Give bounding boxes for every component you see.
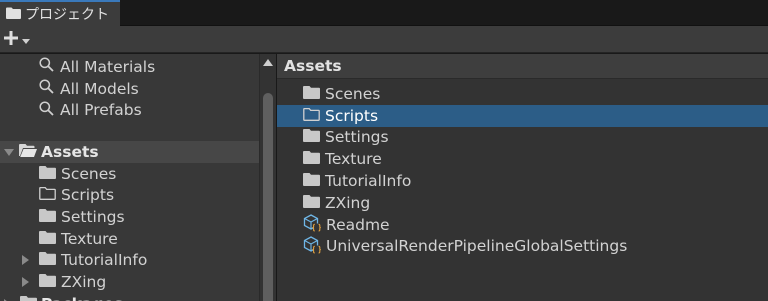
folder-icon bbox=[20, 295, 37, 301]
asset-label: Texture bbox=[325, 150, 382, 169]
folder-icon bbox=[303, 194, 320, 212]
folder-icon bbox=[39, 208, 56, 226]
scriptable-object-icon bbox=[303, 235, 322, 258]
folder-icon bbox=[303, 85, 320, 103]
folder-icon bbox=[303, 150, 320, 168]
search-icon bbox=[39, 79, 54, 98]
asset-label: ZXing bbox=[325, 193, 371, 212]
tree-item-scenes[interactable]: Scenes bbox=[0, 163, 259, 185]
item-label: All Prefabs bbox=[60, 101, 142, 120]
search-icon bbox=[39, 101, 54, 120]
tree-item-zxing[interactable]: ZXing bbox=[0, 271, 259, 293]
favorite-item[interactable]: All Prefabs bbox=[0, 99, 259, 121]
asset-label: TutorialInfo bbox=[325, 172, 412, 191]
asset-item-universalrenderpipelineglobalsettings[interactable]: UniversalRenderPipelineGlobalSettings bbox=[277, 235, 768, 258]
tree-item-tutorialinfo[interactable]: TutorialInfo bbox=[0, 250, 259, 272]
tree-item-assets[interactable]: Assets bbox=[0, 141, 259, 163]
folder-icon bbox=[6, 5, 21, 23]
item-label: Scenes bbox=[61, 164, 117, 183]
expand-arrow-right-icon[interactable] bbox=[22, 273, 30, 291]
scroll-up-arrow-icon[interactable] bbox=[263, 59, 273, 69]
expand-arrow-right-icon[interactable] bbox=[4, 295, 12, 301]
favorite-item[interactable]: All Materials bbox=[0, 56, 259, 78]
breadcrumb-assets[interactable]: Assets bbox=[277, 54, 768, 79]
tree-item-scripts[interactable]: Scripts bbox=[0, 184, 259, 206]
item-label: TutorialInfo bbox=[61, 251, 148, 270]
expand-arrow-right-icon[interactable] bbox=[22, 251, 30, 269]
folder-outline-icon bbox=[303, 107, 320, 125]
item-label: Scripts bbox=[61, 186, 115, 205]
expand-arrow-down-icon[interactable] bbox=[4, 143, 14, 161]
toolbar bbox=[0, 26, 768, 53]
folder-icon bbox=[39, 251, 56, 269]
add-button[interactable] bbox=[3, 29, 37, 50]
caret-down-icon bbox=[22, 31, 30, 49]
asset-item-readme[interactable]: Readme bbox=[277, 213, 768, 236]
item-label: Settings bbox=[61, 207, 125, 226]
tab-label: プロジェクト bbox=[25, 7, 109, 23]
favorite-item[interactable]: All Models bbox=[0, 78, 259, 100]
asset-label: UniversalRenderPipelineGlobalSettings bbox=[326, 237, 628, 256]
asset-item-texture[interactable]: Texture bbox=[277, 148, 768, 170]
folder-icon bbox=[39, 230, 56, 248]
asset-label: Readme bbox=[326, 215, 390, 234]
asset-label: Scripts bbox=[325, 106, 379, 125]
folder-icon bbox=[303, 172, 320, 190]
item-label: Texture bbox=[61, 229, 118, 248]
asset-label: Settings bbox=[325, 128, 389, 147]
folder-open-icon bbox=[19, 143, 37, 161]
tree-scrollbar[interactable] bbox=[259, 54, 276, 301]
search-icon bbox=[39, 57, 54, 76]
asset-item-scripts[interactable]: Scripts bbox=[277, 104, 768, 127]
item-label: Packages bbox=[41, 295, 123, 301]
tree-item-texture[interactable]: Texture bbox=[0, 228, 259, 250]
scriptable-object-icon bbox=[303, 213, 322, 236]
project-tree: All Materials All Models All Prefabs Assets… bbox=[0, 54, 259, 301]
tab-strip: プロジェクト bbox=[0, 0, 768, 26]
asset-list-panel: Assets Scenes Scripts Settings Texture Tutor… bbox=[277, 54, 768, 301]
asset-item-zxing[interactable]: ZXing bbox=[277, 192, 768, 214]
item-label: Assets bbox=[41, 142, 99, 161]
asset-item-settings[interactable]: Settings bbox=[277, 127, 768, 149]
tree-item-settings[interactable]: Settings bbox=[0, 206, 259, 228]
item-label: All Models bbox=[60, 79, 139, 98]
folder-icon bbox=[39, 273, 56, 291]
plus-icon bbox=[3, 30, 19, 50]
tree-item-packages[interactable]: Packages bbox=[0, 293, 259, 301]
asset-item-scenes[interactable]: Scenes bbox=[277, 83, 768, 105]
asset-label: Scenes bbox=[325, 84, 381, 103]
item-label: ZXing bbox=[61, 273, 107, 292]
asset-item-tutorialinfo[interactable]: TutorialInfo bbox=[277, 170, 768, 192]
scrollbar-thumb[interactable] bbox=[263, 93, 273, 301]
tab-project[interactable]: プロジェクト bbox=[0, 0, 120, 26]
folder-icon bbox=[39, 165, 56, 183]
folder-outline-icon bbox=[39, 186, 56, 204]
item-label: All Materials bbox=[60, 57, 156, 76]
folder-icon bbox=[303, 128, 320, 146]
